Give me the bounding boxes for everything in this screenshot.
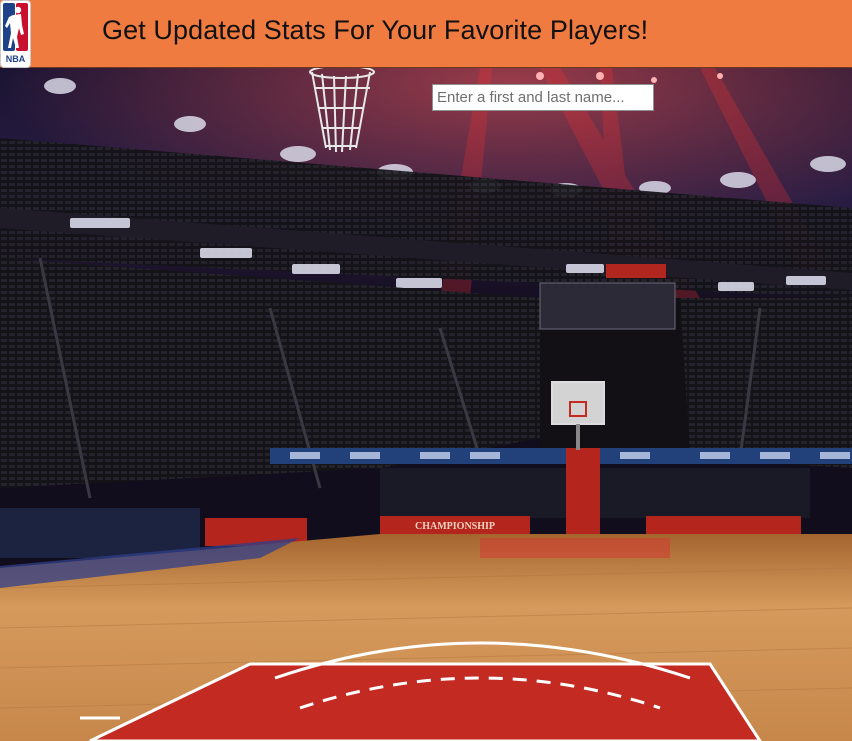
header-bar: NBA Get Updated Stats For Your Favorite … (0, 0, 852, 68)
banner-text: CHAMPIONSHIP (415, 521, 495, 532)
nba-logo-icon: NBA (3, 3, 28, 65)
logo-text: NBA (6, 54, 26, 64)
player-search-input[interactable] (432, 84, 654, 111)
nba-logo[interactable]: NBA (0, 0, 31, 68)
page-title: Get Updated Stats For Your Favorite Play… (102, 15, 649, 45)
arena-background-image: CHAMPIONSHIP (0, 68, 852, 741)
